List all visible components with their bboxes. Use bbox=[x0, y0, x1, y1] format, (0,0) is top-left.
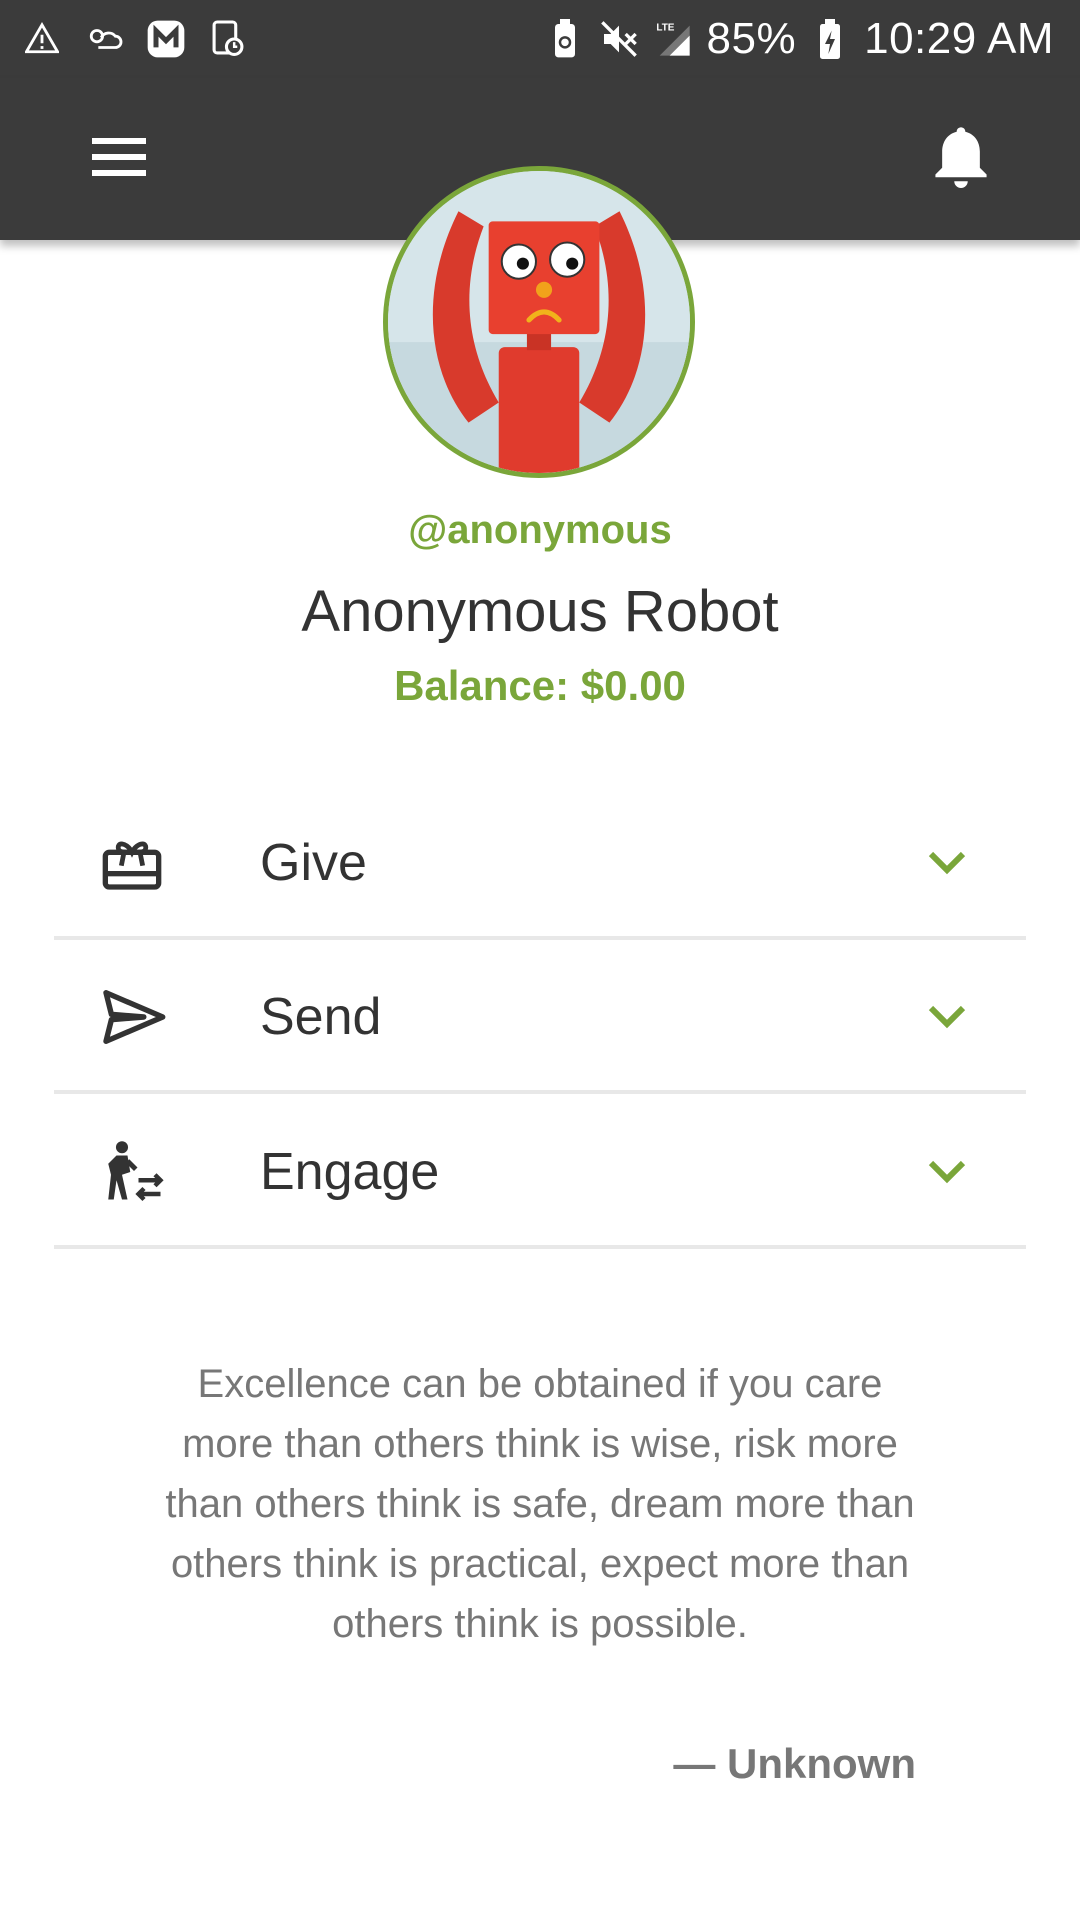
robot-avatar-image bbox=[388, 171, 690, 473]
give-row[interactable]: Give bbox=[54, 790, 1026, 940]
profile-avatar[interactable] bbox=[383, 166, 695, 478]
battery-icon bbox=[810, 19, 850, 59]
chevron-down-icon[interactable] bbox=[924, 840, 970, 886]
chevron-down-icon[interactable] bbox=[924, 1149, 970, 1195]
bell-icon bbox=[935, 127, 987, 188]
engage-row[interactable]: Engage bbox=[54, 1099, 1026, 1249]
full-name: Anonymous Robot bbox=[301, 579, 779, 644]
signal-icon: LTE bbox=[653, 19, 693, 59]
menu-button[interactable] bbox=[84, 122, 154, 192]
battery-percent: 85% bbox=[706, 14, 797, 63]
weather-icon bbox=[84, 19, 124, 59]
clock: 10:29 AM bbox=[864, 14, 1054, 63]
chevron-down-icon[interactable] bbox=[924, 994, 970, 1040]
quote-author: — Unknown bbox=[673, 1740, 916, 1787]
mute-icon bbox=[599, 19, 639, 59]
hamburger-icon bbox=[92, 138, 146, 176]
app-m-icon bbox=[146, 19, 186, 59]
send-row[interactable]: Send bbox=[54, 944, 1026, 1094]
warning-icon bbox=[22, 19, 62, 59]
gift-card-icon bbox=[100, 823, 220, 903]
send-label: Send bbox=[260, 988, 382, 1046]
give-label: Give bbox=[260, 834, 367, 892]
svg-text:LTE: LTE bbox=[656, 23, 674, 34]
quote-text: Excellence can be obtained if you care m… bbox=[165, 1362, 915, 1646]
engage-icon bbox=[100, 1132, 220, 1212]
clock-file-icon bbox=[208, 19, 248, 59]
notifications-button[interactable] bbox=[928, 122, 994, 192]
engage-label: Engage bbox=[260, 1143, 440, 1201]
send-icon bbox=[100, 977, 220, 1057]
recycle-battery-icon bbox=[545, 19, 585, 59]
username: @anonymous bbox=[408, 508, 672, 552]
balance: Balance: $0.00 bbox=[394, 662, 686, 709]
status-bar: LTE 85% 10:29 AM bbox=[0, 0, 1080, 78]
